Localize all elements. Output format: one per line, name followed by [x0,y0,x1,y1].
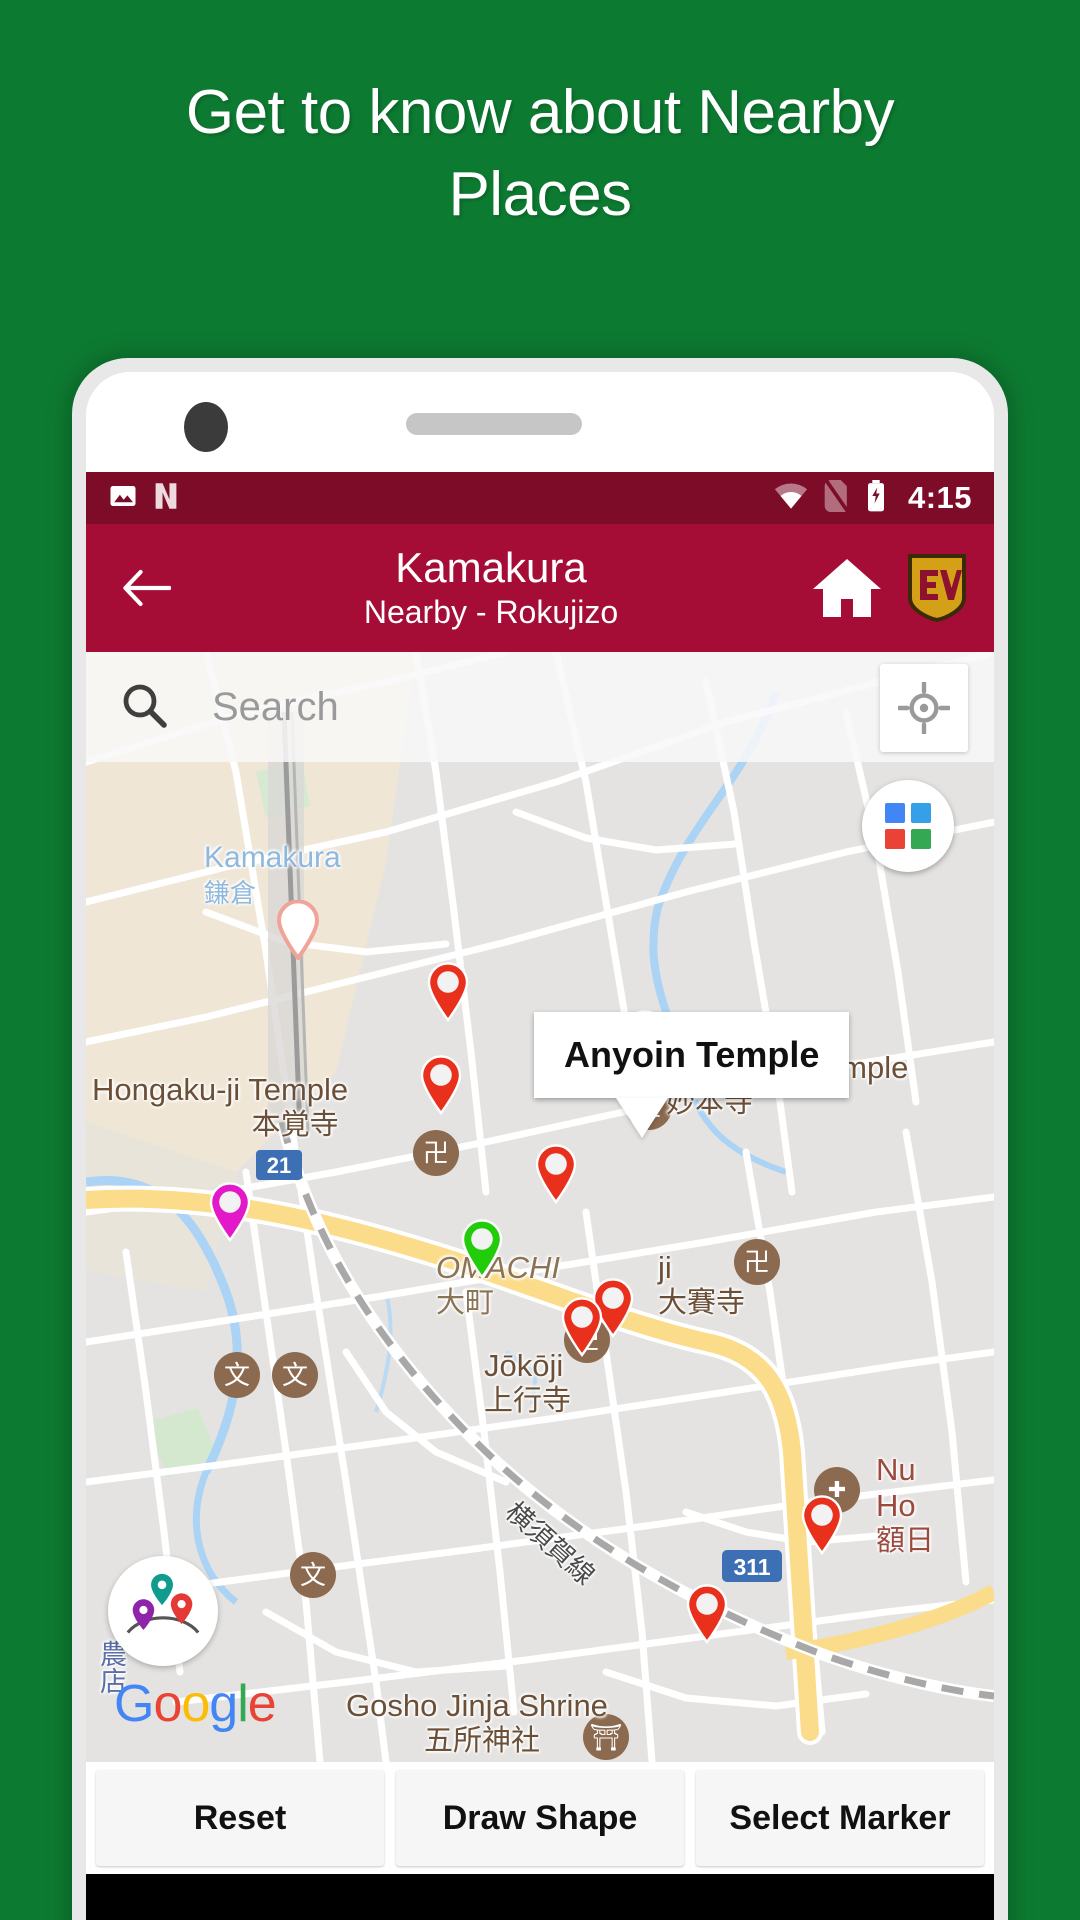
map-type-cell-red [885,829,905,849]
status-bar-right-icons: 4:15 [774,478,972,517]
select-marker-button[interactable]: Select Marker [696,1770,984,1866]
app-badge-icon[interactable] [108,1556,218,1666]
google-attribution-logo: Google [114,1674,277,1734]
nova-launcher-icon [152,481,180,516]
google-letter-G: G [114,1675,154,1733]
map-type-button[interactable] [862,780,954,872]
map-type-cell-blue [885,803,905,823]
poi-temple-daihou-icon[interactable]: 卍 [734,1239,780,1285]
search-icon [120,681,168,734]
phone-screen: 4:15 Kamakura Nearby - Rokujizo 21 311 K… [86,372,994,1920]
poi-temple-joko-icon[interactable]: 卍 [564,1317,610,1363]
route-shield-311: 311 [722,1550,782,1582]
page-subtitle: Nearby - Rokujizo [363,594,619,630]
info-window[interactable]: Anyoin Temple [534,1012,850,1138]
sim-off-icon [824,478,850,517]
android-status-bar: 4:15 [86,472,994,524]
my-location-button[interactable] [880,664,968,752]
front-camera-icon [184,402,228,452]
bottom-action-bar: Reset Draw Shape Select Marker [86,1762,994,1874]
map-type-cell-lightblue [911,803,931,823]
home-icon[interactable] [810,551,884,625]
promo-headline: Get to know about Nearby Places [185,78,895,229]
back-button[interactable] [112,553,182,623]
app-bar: Kamakura Nearby - Rokujizo [86,524,994,652]
phone-frame: 4:15 Kamakura Nearby - Rokujizo 21 311 K… [72,358,1008,1920]
map-basemap: 21 311 [86,652,994,1762]
google-letter-o2: o [181,1675,210,1733]
poi-shrine-gosho-icon[interactable]: ⛩ [583,1714,629,1760]
google-letter-l: l [237,1675,249,1733]
poi-temple-hongaku-icon[interactable]: 卍 [413,1130,459,1176]
app-bar-title-block: Kamakura Nearby - Rokujizo [182,544,810,632]
page-title: Kamakura [395,544,587,591]
search-bar[interactable] [86,652,994,762]
poi-school-1-icon[interactable]: 文 [272,1352,318,1398]
battery-charging-icon [866,479,886,517]
android-navigation-bar [86,1874,994,1920]
map-type-cell-green [911,829,931,849]
google-letter-g: g [209,1675,238,1733]
poi-school-3-icon[interactable]: 文 [290,1552,336,1598]
earpiece-speaker [406,413,582,435]
svg-text:21: 21 [267,1153,291,1178]
google-letter-e: e [247,1675,277,1733]
phone-top-bezel [86,372,994,472]
status-bar-left-icons [108,481,180,516]
svg-text:311: 311 [733,1554,770,1580]
info-window-title: Anyoin Temple [534,1012,850,1098]
map-view[interactable]: 21 311 Kamakura 鎌倉 Hongaku-ji Temple 本覚寺… [86,652,994,1762]
google-letter-o1: o [153,1675,182,1733]
image-icon [108,481,138,516]
search-input[interactable] [212,684,960,730]
status-bar-clock: 4:15 [907,480,972,515]
draw-shape-button[interactable]: Draw Shape [396,1770,684,1866]
map-type-grid-icon [885,803,931,849]
info-window-tail [616,1098,668,1138]
poi-hospital-icon[interactable]: ✚ [814,1467,860,1513]
ev-logo-icon[interactable] [906,554,968,623]
wifi-icon [774,482,808,515]
route-shield-21: 21 [256,1150,302,1180]
reset-button[interactable]: Reset [96,1770,384,1866]
poi-school-2-icon[interactable]: 文 [214,1352,260,1398]
